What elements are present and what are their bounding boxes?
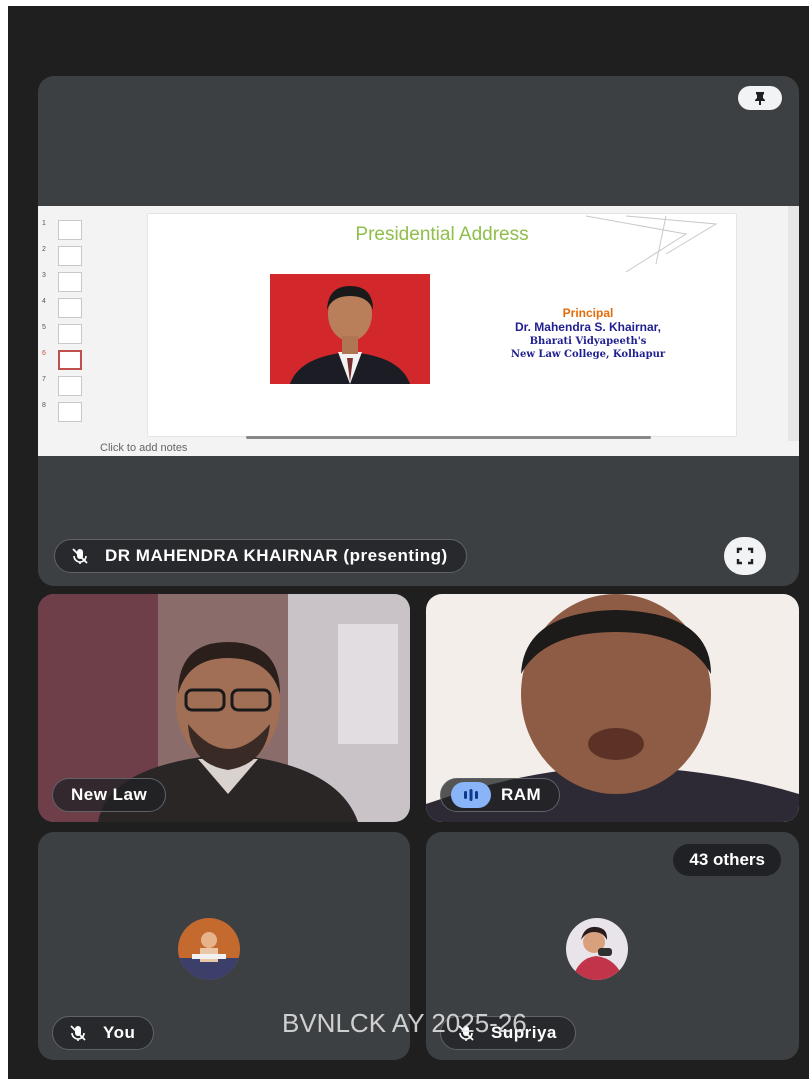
avatar xyxy=(178,918,240,980)
participant-label: New Law xyxy=(52,778,167,812)
meeting-screen: DR MAHENDRA KHAIRNAR (presenting) 1 2 3 … xyxy=(8,6,809,1079)
watermark-text: BVNLCK AY 2025-26 xyxy=(282,1008,527,1038)
thumb-number: 1 xyxy=(42,220,46,227)
thumb-number: 3 xyxy=(42,272,46,279)
slide-thumbnail-active[interactable] xyxy=(58,350,82,370)
slide-thumbnail[interactable] xyxy=(58,402,82,422)
thumb-number: 5 xyxy=(42,324,46,331)
slide-thumbnail[interactable] xyxy=(58,272,82,292)
shared-slide: 1 2 3 4 5 6 7 8 Presidential Address Pri… xyxy=(38,206,799,456)
speaking-indicator-icon xyxy=(451,782,491,808)
thumb-number: 2 xyxy=(42,246,46,253)
presenter-label: DR MAHENDRA KHAIRNAR (presenting) xyxy=(54,539,467,573)
slide-scroll-thumb[interactable] xyxy=(246,436,651,439)
slide-thumbnail[interactable] xyxy=(58,246,82,266)
participant-name: You xyxy=(103,1023,136,1042)
slide-page: Presidential Address Principal Dr. Mahen… xyxy=(148,214,736,436)
thumb-number: 8 xyxy=(42,402,46,409)
pin-button[interactable] xyxy=(738,86,782,110)
others-count-badge[interactable]: 43 others xyxy=(673,844,781,876)
speaker-photo xyxy=(270,274,430,384)
thumb-number: 4 xyxy=(42,298,46,305)
thumb-number: 7 xyxy=(42,376,46,383)
notes-placeholder[interactable]: Click to add notes xyxy=(100,442,187,454)
slide-scrollbar[interactable] xyxy=(788,206,799,441)
mic-off-icon xyxy=(65,541,95,571)
mic-off-icon xyxy=(63,1018,93,1048)
presenter-name: DR MAHENDRA KHAIRNAR (presenting) xyxy=(105,546,448,565)
slide-thumbnail[interactable] xyxy=(58,220,82,240)
slide-institution-line1: Bharati Vidyapeeth's xyxy=(529,336,647,347)
avatar xyxy=(566,918,628,980)
participant-tile-new-law[interactable]: New Law xyxy=(38,594,410,822)
participant-name: New Law xyxy=(71,785,148,804)
slide-role: Principal xyxy=(562,306,614,320)
participant-tile-ram[interactable]: RAM xyxy=(426,594,799,822)
thumb-number: 6 xyxy=(42,350,46,357)
slide-institution-line2: New Law College, Kolhapur xyxy=(510,349,666,360)
slide-title: Presidential Address xyxy=(355,224,529,245)
participant-label: RAM xyxy=(440,778,561,812)
fullscreen-button[interactable] xyxy=(724,537,766,575)
slide-thumbnail[interactable] xyxy=(58,324,82,344)
participant-name: RAM xyxy=(501,785,542,804)
pin-icon xyxy=(755,92,765,105)
slide-thumbnail[interactable] xyxy=(58,298,82,318)
slide-thumbnail[interactable] xyxy=(58,376,82,396)
slide-thumbnails: 1 2 3 4 5 6 7 8 xyxy=(38,206,96,441)
fullscreen-icon xyxy=(736,547,754,565)
participant-label: You xyxy=(52,1016,155,1050)
slide-speaker-name: Dr. Mahendra S. Khairnar, xyxy=(514,320,662,334)
